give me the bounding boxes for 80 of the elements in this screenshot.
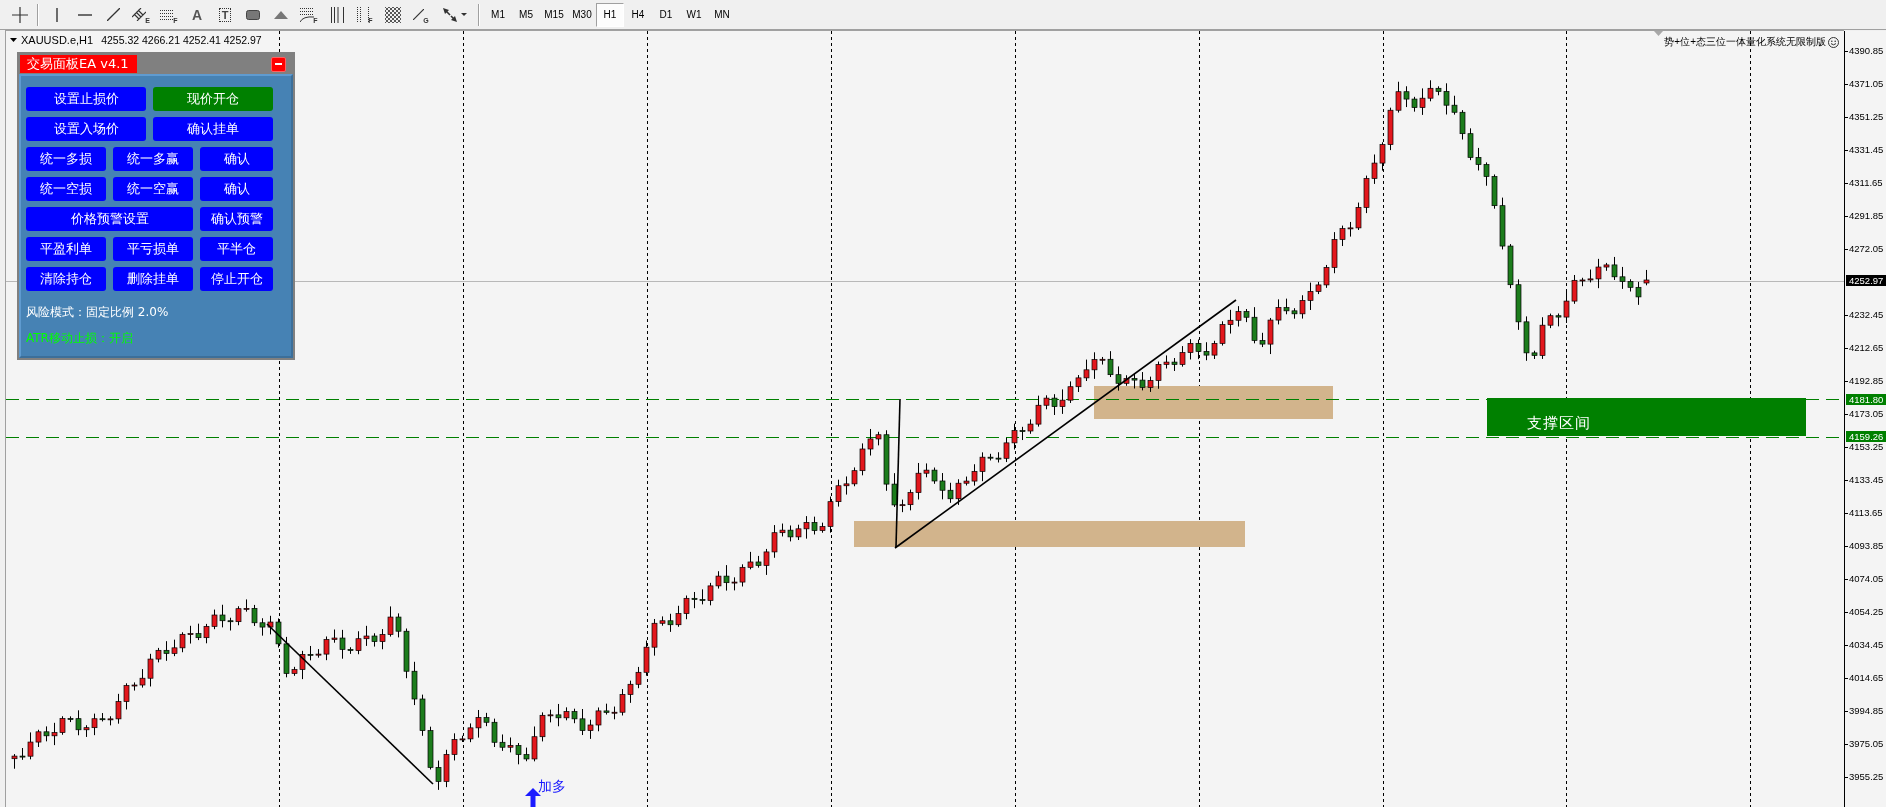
text-label-button[interactable]: T (211, 2, 239, 27)
timeframe-tab[interactable]: H1 (596, 2, 624, 27)
vertical-lines-icon (330, 6, 344, 23)
dotted-vertical-lines-icon (357, 6, 370, 23)
panel-button[interactable]: 确认挂单 (153, 117, 273, 141)
panel-title: 交易面板EA v4.1 (20, 55, 137, 73)
axis-label: 4371.05 (1849, 78, 1884, 90)
signal-label: 加多 (538, 777, 566, 795)
timeframe-tab[interactable]: H4 (624, 2, 652, 27)
panel-button[interactable]: 停止开仓 (200, 267, 273, 291)
axis-label: 4331.45 (1849, 144, 1884, 156)
panel-button[interactable]: 确认 (200, 147, 273, 171)
axis-label: 4272.05 (1849, 243, 1884, 255)
panel-button[interactable]: 平盈利单 (26, 237, 106, 261)
axis-label: 4074.05 (1849, 573, 1884, 585)
panel-button[interactable]: 确认 (200, 177, 273, 201)
timeframe-tab[interactable]: MN (708, 2, 736, 27)
panel-button[interactable]: 价格预警设置 (26, 207, 193, 231)
axis-label: 3994.85 (1849, 705, 1884, 717)
rectangle-icon (246, 9, 260, 20)
risk-mode-text: 风险模式：固定比例 2.0% (26, 304, 169, 320)
panel-button[interactable]: 平半仓 (200, 237, 273, 261)
minus-icon (275, 63, 282, 65)
axis-label: 4133.45 (1849, 474, 1884, 486)
panel-button[interactable]: 现价开仓 (153, 87, 273, 111)
text-button[interactable]: A (183, 2, 211, 27)
timeframe-tab[interactable]: W1 (680, 2, 708, 27)
vertical-line-icon (56, 7, 58, 22)
axis-label: 4014.65 (1849, 672, 1884, 684)
timeframe-tab[interactable]: M5 (512, 2, 540, 27)
panel-button[interactable]: 统一多损 (26, 147, 106, 171)
axis-label: 4351.25 (1849, 111, 1884, 123)
axis-label: 4212.65 (1849, 342, 1884, 354)
panel-button[interactable]: 统一空损 (26, 177, 106, 201)
price-label: 4159.26 (1846, 431, 1886, 442)
atr-status-text: ATR移动止损：开启 (26, 330, 133, 346)
panel-button[interactable]: 设置入场价 (26, 117, 146, 141)
panel-button[interactable]: 清除持仓 (26, 267, 106, 291)
ohlc-values: 4255.32 4266.21 4252.41 4252.97 (101, 34, 262, 46)
axis-label: 4153.25 (1849, 441, 1884, 453)
dotted-lines-icon (160, 9, 175, 20)
price-label: 4252.97 (1846, 275, 1886, 286)
panel-button[interactable]: 平亏损单 (113, 237, 193, 261)
horizontal-line-icon (78, 13, 92, 16)
diagonal-line-icon (413, 9, 425, 20)
crosshatch-icon (385, 6, 401, 23)
arrows-icon (443, 7, 457, 22)
axis-label: 4173.05 (1849, 408, 1884, 420)
axis-label: 4054.25 (1849, 606, 1884, 618)
axis-label: 4311.65 (1849, 177, 1883, 189)
axis-label: 4232.45 (1849, 309, 1884, 321)
axis-label: 4093.85 (1849, 540, 1884, 552)
minimize-button[interactable] (271, 56, 286, 72)
panel-button[interactable]: 删除挂单 (113, 267, 193, 291)
panel-button[interactable]: 设置止损价 (26, 87, 146, 111)
caret-icon (461, 13, 467, 16)
timeframe-tab[interactable]: M15 (540, 2, 568, 27)
timeframe-tab[interactable]: D1 (652, 2, 680, 27)
panel-button[interactable]: 确认预警 (200, 207, 273, 231)
zone-label: 支撑区间 (1527, 414, 1591, 432)
smiley-icon (1828, 36, 1839, 48)
axis-label: 4192.85 (1849, 375, 1884, 387)
axis-label: 4291.85 (1849, 210, 1884, 222)
axis-label: 4034.45 (1849, 639, 1884, 651)
panel-button[interactable]: 统一空赢 (113, 177, 193, 201)
hatched-lines-icon (132, 8, 147, 21)
timeframe-tab[interactable]: M1 (484, 2, 512, 27)
timeframe-tab[interactable]: M30 (568, 2, 596, 27)
price-label: 4181.80 (1846, 394, 1886, 405)
axis-label: 3975.05 (1849, 738, 1884, 750)
axis-label: 3955.25 (1849, 771, 1884, 783)
triangle-icon (10, 38, 17, 42)
axis-label: 4113.65 (1849, 507, 1883, 519)
panel-button[interactable]: 统一多赢 (113, 147, 193, 171)
chart-symbol: XAUUSD.e,H1 (21, 34, 94, 46)
curve-lines-icon (300, 7, 315, 22)
axis-label: 4390.85 (1849, 45, 1884, 57)
triangle-icon (274, 10, 288, 19)
crosshair-icon (12, 6, 28, 23)
diagonal-line-icon (106, 8, 120, 21)
